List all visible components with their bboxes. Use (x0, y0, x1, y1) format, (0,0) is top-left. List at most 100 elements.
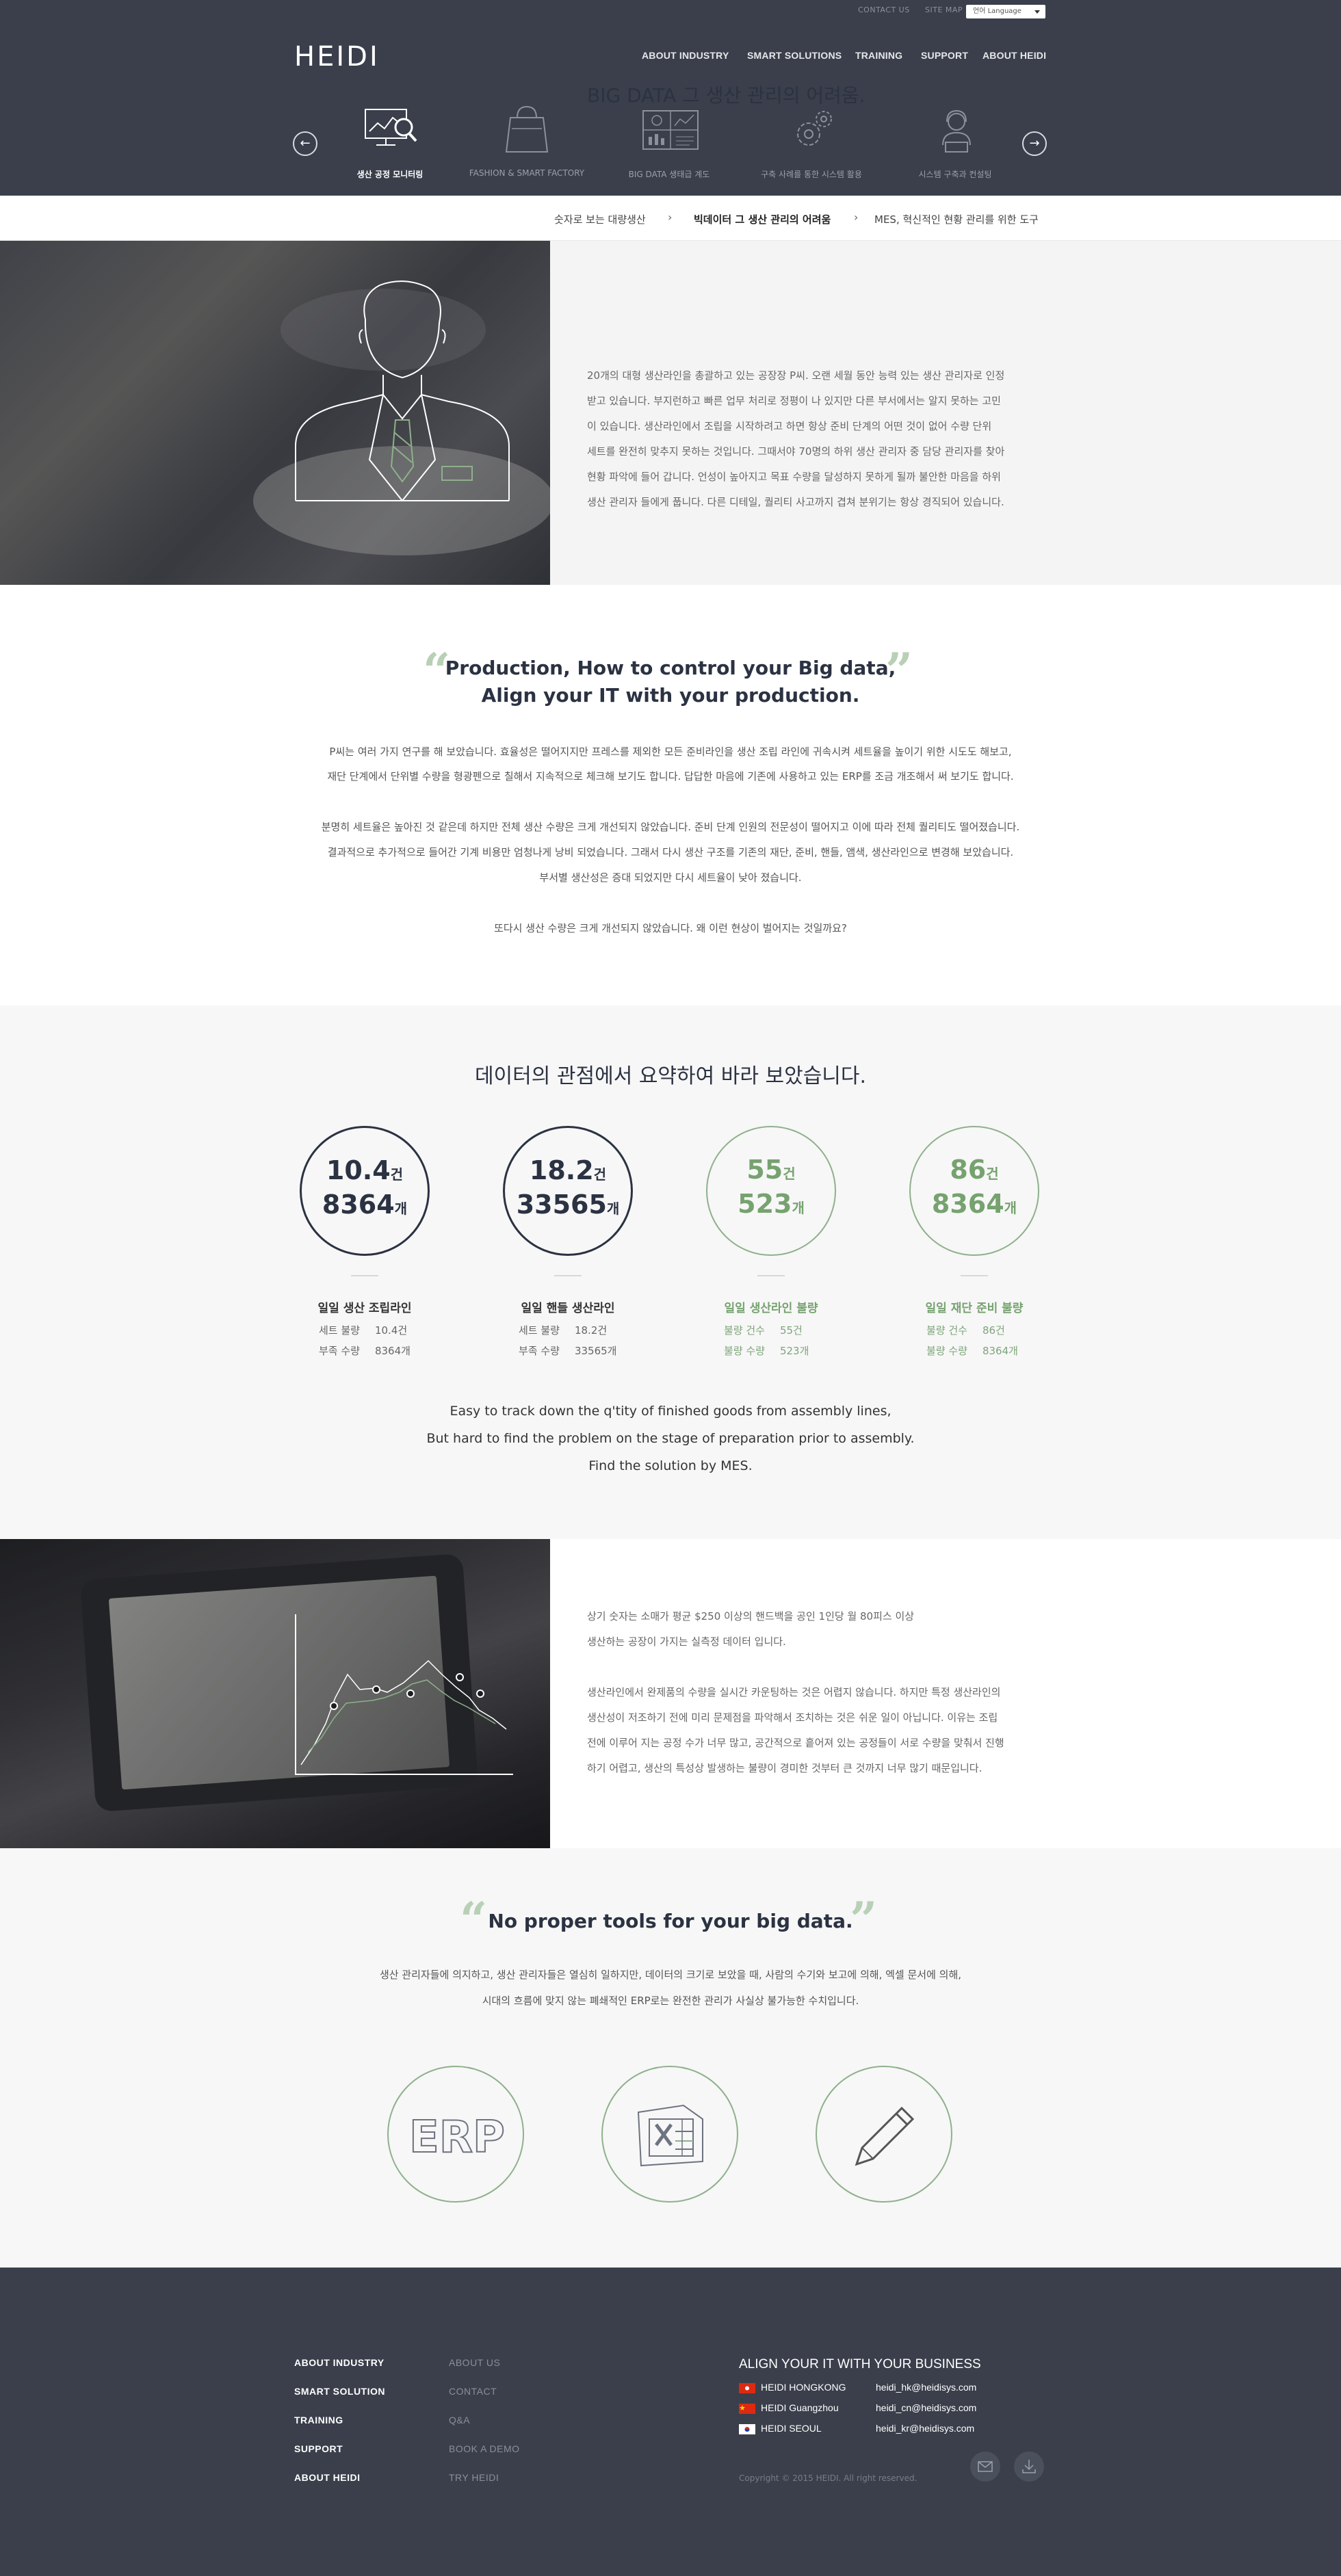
consultant-headset-icon (942, 109, 971, 153)
footer-link-about-us[interactable]: ABOUT US (449, 2357, 500, 2368)
growth-chart-illustration (0, 1539, 550, 1848)
nav-smart-solutions[interactable]: SMART SOLUTIONS (747, 50, 842, 61)
office-email[interactable]: heidi_hk@heidisys.com (876, 2382, 976, 2393)
breadcrumb-item-bigdata[interactable]: 빅데이터 그 생산 관리의 어려움 (694, 212, 831, 226)
paragraph-line: 또다시 생산 수량은 크게 개선되지 않았습니다. 왜 이런 현상이 벌어지는 … (494, 922, 847, 934)
stat-row: 불량 건수 86건 (926, 1324, 1005, 1337)
stat-value-count: 55건 (746, 1155, 796, 1185)
headline-line-1: Production, How to control your Big data… (445, 657, 896, 679)
paragraph-line: 이 있습니다. 생산라인에서 조립을 시작하려고 하면 항상 준비 단계의 어떤… (587, 420, 992, 432)
category-monitoring[interactable] (315, 103, 465, 157)
tools-headline: No proper tools for your big data. (488, 1910, 853, 1932)
category-fashion[interactable] (452, 103, 602, 157)
stat-value-quantity: 523개 (738, 1189, 805, 1219)
category-bigdata[interactable] (595, 103, 746, 157)
sitemap-link[interactable]: SITE MAP (925, 5, 963, 14)
paragraph-line: P씨는 여러 가지 연구를 해 보았습니다. 효율성은 떨어지지만 프레스를 제… (329, 746, 1012, 758)
stat-value-quantity: 33565개 (516, 1190, 620, 1220)
site-footer (0, 2268, 1341, 2576)
china-flag-icon (739, 2403, 755, 2414)
paragraph-line: 20개의 대형 생산라인을 총괄하고 있는 공장장 P씨. 오랜 세월 동안 능… (587, 369, 1005, 382)
paragraph-line: 생산 관리자들에 의지하고, 생산 관리자들은 열심히 일하지만, 데이터의 크… (379, 1969, 962, 1981)
paragraph-line: 재단 단계에서 단위별 수량을 형광펜으로 칠해서 지속적으로 체크해 보기도 … (327, 770, 1014, 783)
excel-icon (637, 2104, 703, 2167)
category-consulting[interactable] (881, 103, 1032, 157)
tablet-chart-photo (0, 1539, 550, 1848)
stat-title: 일일 생산라인 불량 (724, 1302, 818, 1315)
stat-circle: 86건 8364개 (909, 1126, 1039, 1256)
stat-title: 일일 핸들 생산라인 (521, 1302, 615, 1315)
office-guangzhou: HEIDI Guangzhou heidi_cn@heidisys.com (739, 2402, 976, 2414)
copyright: Copyright © 2015 HEIDI. All right reserv… (739, 2473, 917, 2483)
divider (351, 1275, 378, 1276)
office-email[interactable]: heidi_kr@heidisys.com (876, 2423, 974, 2434)
dashboard-icon (642, 110, 699, 150)
paragraph-line: 세트를 완전히 맞추지 못하는 것입니다. 그때서야 70명의 하위 생산 관리… (587, 445, 1005, 458)
stat-circle: 10.4건 8364개 (300, 1126, 430, 1256)
logo[interactable]: HEIDI (294, 41, 380, 73)
manager-photo (0, 241, 550, 585)
stat-value-count: 18.2건 (529, 1155, 607, 1185)
footer-link-about-heidi[interactable]: ABOUT HEIDI (294, 2472, 361, 2483)
mail-button[interactable] (970, 2452, 1000, 2482)
stat-circle: 55건 523개 (706, 1126, 836, 1256)
category-cases[interactable] (738, 103, 888, 157)
stat-row: 세트 불량 18.2건 (519, 1324, 608, 1337)
breadcrumb: 숫자로 보는 대량생산 › 빅데이터 그 생산 관리의 어려움 › MES, 혁… (0, 196, 1341, 241)
footer-link-try-heidi[interactable]: TRY HEIDI (449, 2472, 499, 2483)
divider (961, 1275, 988, 1276)
nav-training[interactable]: TRAINING (855, 50, 902, 61)
paragraph-line: 전에 이루어 지는 공정 수가 너무 많고, 공간적으로 흩어져 있는 공정들이… (587, 1737, 1004, 1749)
hongkong-flag-icon (739, 2382, 755, 2393)
stat-row: 불량 수량 8364개 (926, 1345, 1018, 1357)
paragraph-line: 하기 어렵고, 생산의 특성상 발생하는 불량이 경미한 것부터 큰 것까지 너… (587, 1762, 982, 1774)
stat-value-quantity: 8364개 (322, 1190, 408, 1220)
stat-row: 부족 수량 33565개 (519, 1345, 617, 1357)
footer-link-support[interactable]: SUPPORT (294, 2443, 343, 2454)
paragraph-line: 생산 관리자 들에게 풉니다. 다른 디테일, 퀄리티 사고까지 겹쳐 분위기는… (587, 496, 1004, 508)
footer-link-smart-solution[interactable]: SMART SOLUTION (294, 2386, 385, 2397)
erp-tool-circle: ERP (387, 2066, 524, 2203)
section-title: 데이터의 관점에서 요약하여 바라 보았습니다. (474, 1064, 867, 1088)
stat-title: 일일 생산 조립라인 (317, 1302, 412, 1315)
footer-link-qna[interactable]: Q&A (449, 2415, 470, 2426)
summary-line: But hard to find the problem on the stag… (426, 1431, 915, 1446)
nav-about-industry[interactable]: ABOUT INDUSTRY (642, 50, 729, 61)
footer-link-training[interactable]: TRAINING (294, 2415, 343, 2426)
paragraph-line: 부서별 생산성은 증대 되었지만 다시 세트율이 낮아 졌습니다. (539, 871, 802, 884)
paragraph-line: 생산성이 저조하기 전에 미리 문제점을 파악해서 조치하는 것은 쉬운 일이 … (587, 1711, 998, 1724)
breadcrumb-item-mass-production[interactable]: 숫자로 보는 대량생산 (554, 212, 646, 226)
office-email[interactable]: heidi_cn@heidisys.com (876, 2402, 976, 2413)
stat-row: 불량 건수 55건 (724, 1324, 803, 1337)
category-label-consulting[interactable]: 시스템 구축과 컨설팅 (866, 168, 1044, 180)
stat-row: 세트 불량 10.4건 (319, 1324, 408, 1337)
stat-value-count: 10.4건 (326, 1155, 404, 1185)
manager-illustration (0, 241, 550, 585)
stat-row: 불량 수량 523개 (724, 1345, 809, 1357)
footer-link-book-demo[interactable]: BOOK A DEMO (449, 2443, 520, 2454)
mail-icon (978, 2461, 993, 2472)
office-seoul: HEIDI SEOUL heidi_kr@heidisys.com (739, 2423, 974, 2434)
paragraph-line: 상기 숫자는 소매가 평균 $250 이상의 핸드백을 공인 1인당 월 80피… (587, 1610, 915, 1622)
chevron-right-icon: › (668, 211, 673, 224)
excel-tool-circle (601, 2066, 738, 2203)
stat-value-count: 86건 (950, 1155, 999, 1185)
pencil-icon (855, 2106, 915, 2166)
contact-us-link[interactable]: CONTACT US (858, 5, 910, 14)
footer-tagline: ALIGN YOUR IT WITH YOUR BUSINESS (739, 2357, 981, 2371)
footer-link-about-industry[interactable]: ABOUT INDUSTRY (294, 2357, 385, 2368)
stat-row: 부족 수량 8364개 (319, 1345, 411, 1357)
divider (757, 1275, 785, 1276)
download-button[interactable] (1014, 2452, 1044, 2482)
paragraph-line: 생산하는 공장이 가지는 실측정 데이터 입니다. (587, 1635, 786, 1648)
nav-about-heidi[interactable]: ABOUT HEIDI (982, 50, 1046, 61)
language-select[interactable]: 언어 Language (966, 5, 1045, 18)
office-hongkong: HEIDI HONGKONG heidi_hk@heidisys.com (739, 2382, 976, 2393)
chevron-right-icon: › (854, 211, 859, 224)
prev-arrow-icon[interactable]: ← (293, 131, 317, 156)
chevron-down-icon (1034, 10, 1040, 14)
footer-link-contact[interactable]: CONTACT (449, 2386, 497, 2397)
breadcrumb-item-mes[interactable]: MES, 혁신적인 현황 관리를 위한 도구 (874, 212, 1039, 226)
nav-support[interactable]: SUPPORT (921, 50, 968, 61)
korea-flag-icon (739, 2423, 755, 2434)
